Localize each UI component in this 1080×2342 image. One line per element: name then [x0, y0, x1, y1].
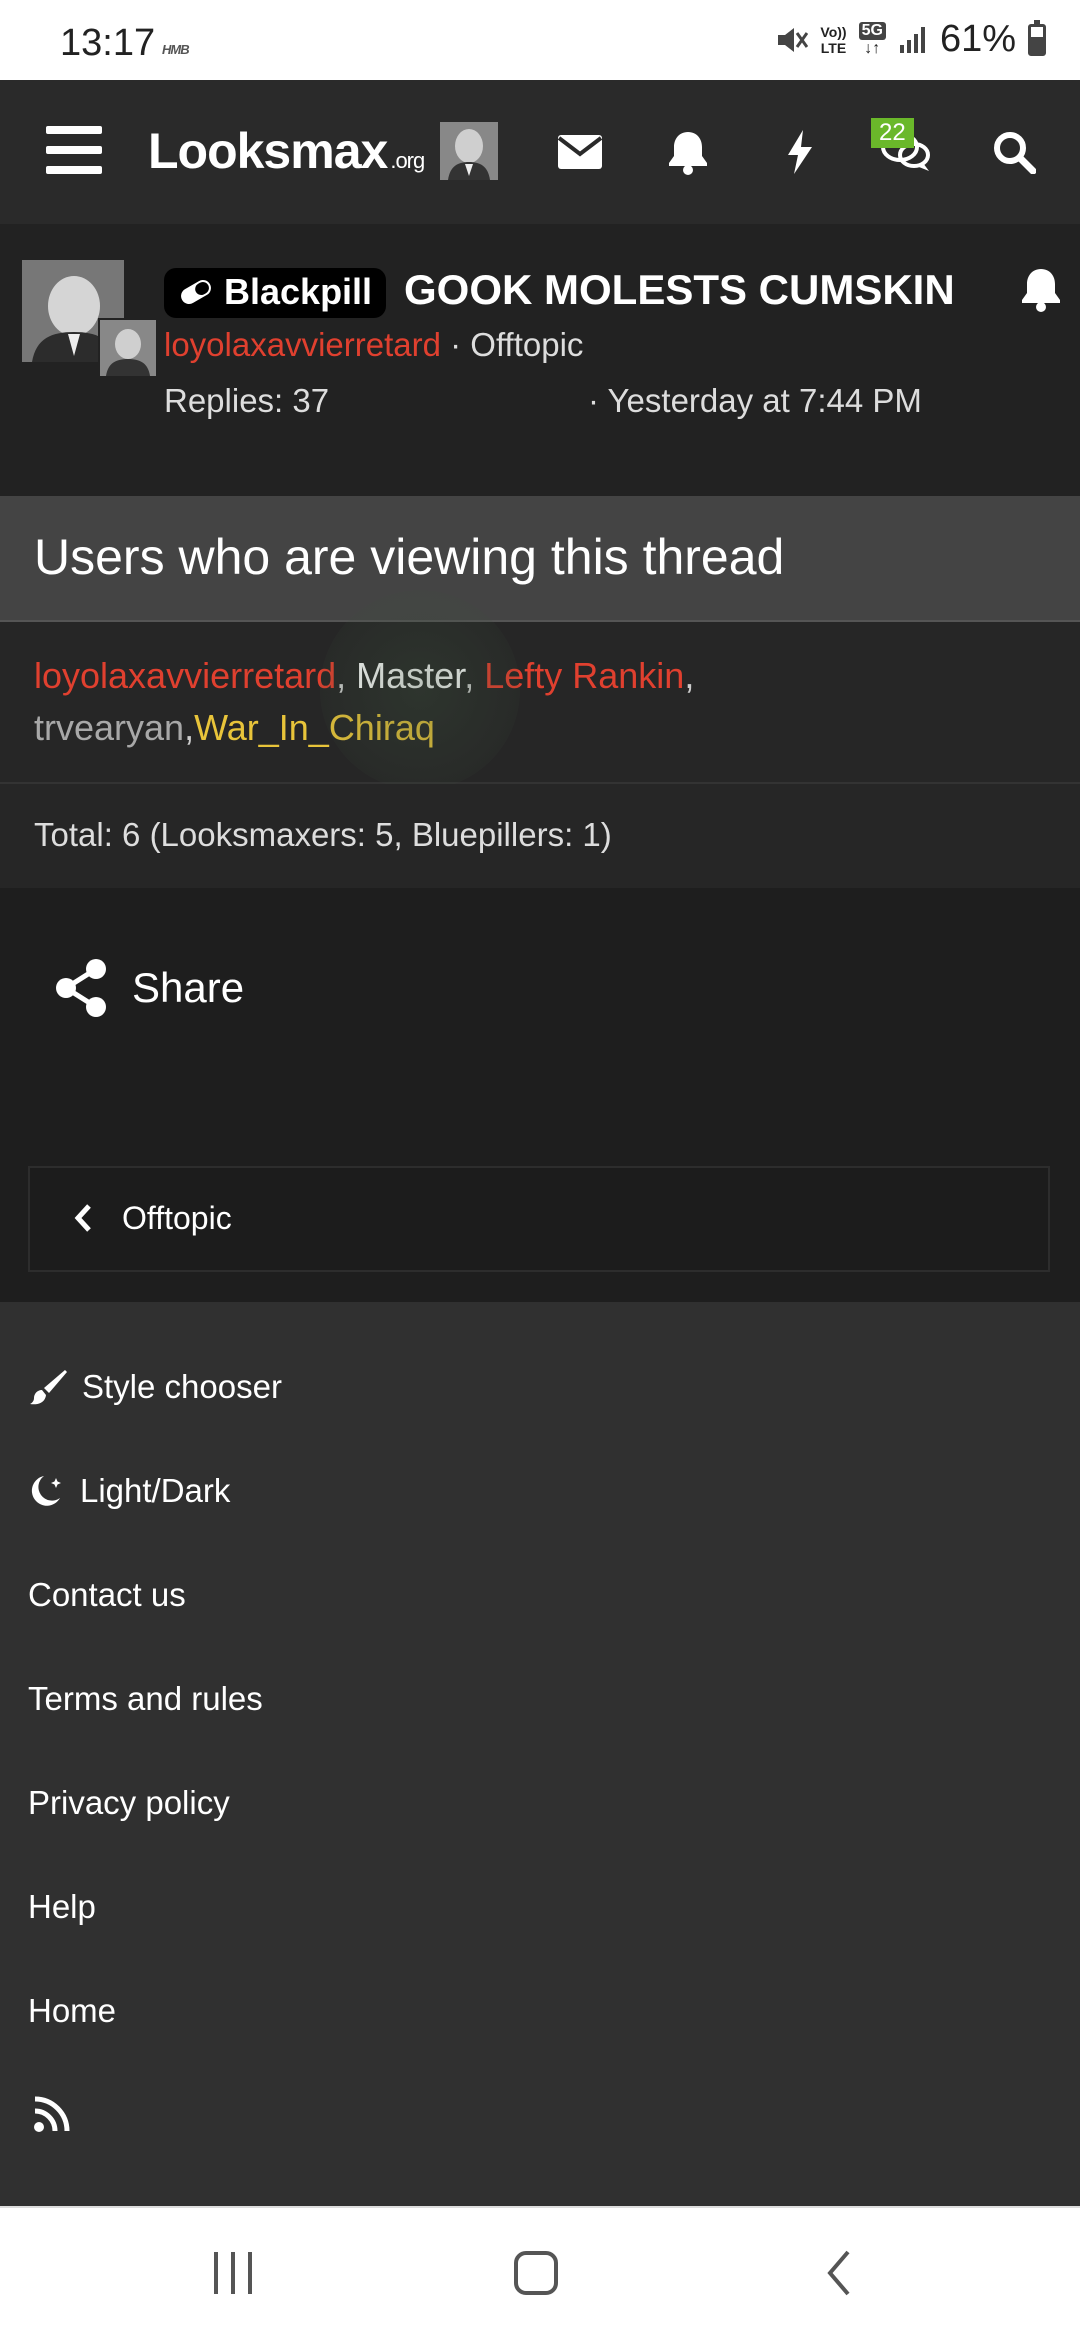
viewer-separator: , — [464, 655, 485, 696]
search-icon[interactable] — [986, 124, 1042, 180]
rss-icon — [34, 2096, 70, 2132]
recent-apps-icon[interactable] — [210, 2248, 256, 2298]
help-link[interactable]: Help — [28, 1888, 96, 1926]
signal-icon — [899, 26, 925, 53]
status-bar: 13:17 HMB Vo)) LTE 5G ↓↑ 61% — [0, 0, 1080, 80]
battery-icon — [1028, 19, 1046, 56]
thread-title: GOOK MOLESTS CUMSKIN — [404, 266, 955, 313]
light-dark-label: Light/Dark — [80, 1472, 231, 1509]
style-chooser-label: Style chooser — [82, 1368, 282, 1405]
thread-forum-link[interactable]: · Offtopic — [441, 326, 583, 363]
share-icon — [56, 959, 106, 1017]
thread-date: · Yesterday at 7:44 PM — [588, 382, 922, 419]
paintbrush-icon — [30, 1370, 67, 1405]
status-time: 13:17 — [60, 22, 156, 64]
viewers-heading: Users who are viewing this thread — [34, 529, 785, 585]
moon-stars-icon — [31, 1476, 61, 1506]
breadcrumb-back-link[interactable]: Offtopic — [28, 1166, 1050, 1272]
mute-icon — [778, 27, 809, 52]
viewer-separator: , — [336, 655, 357, 696]
viewer-user-link[interactable]: loyolaxavvierretard — [34, 655, 336, 696]
thread-meta: loyolaxavvierretard · Offtopic — [164, 326, 583, 364]
viewer-separator: , — [684, 655, 695, 696]
thread-author-link[interactable]: loyolaxavvierretard — [164, 326, 441, 363]
prefix-label: Blackpill — [224, 271, 373, 312]
share-button[interactable]: Share — [54, 958, 244, 1018]
viewers-header: Users who are viewing this thread — [0, 496, 1080, 622]
back-button-icon[interactable] — [822, 2248, 856, 2298]
light-dark-toggle[interactable]: Light/Dark — [28, 1472, 230, 1510]
envelope-icon[interactable] — [552, 124, 608, 180]
battery-percent: 61% — [939, 18, 1016, 60]
last-poster-avatar[interactable] — [98, 318, 158, 378]
watch-bell-icon[interactable] — [1020, 266, 1062, 312]
privacy-link[interactable]: Privacy policy — [28, 1784, 230, 1822]
thread-header: Blackpill GOOK MOLESTS CUMSKIN loyolaxav… — [0, 224, 1080, 496]
viewer-separator: , — [184, 707, 195, 748]
viewers-total: Total: 6 (Looksmaxers: 5, Bluepillers: 1… — [34, 816, 612, 853]
bell-icon[interactable] — [660, 124, 716, 180]
viewer-user-link[interactable]: Master — [356, 655, 464, 696]
terms-link[interactable]: Terms and rules — [28, 1680, 263, 1718]
viewers-total-row: Total: 6 (Looksmaxers: 5, Bluepillers: 1… — [0, 784, 1080, 888]
breadcrumb-label: Offtopic — [122, 1200, 232, 1236]
contact-link[interactable]: Contact us — [28, 1576, 186, 1614]
home-link[interactable]: Home — [28, 1992, 116, 2030]
user-avatar[interactable] — [440, 122, 498, 180]
share-label: Share — [132, 964, 245, 1011]
style-chooser-link[interactable]: Style chooser — [30, 1368, 282, 1406]
lightning-icon[interactable] — [772, 124, 828, 180]
conversations-badge: 22 — [871, 118, 914, 148]
top-navigation: Looksmax .org 22 — [0, 80, 1080, 224]
viewer-user-link[interactable]: Lefty Rankin — [484, 655, 684, 696]
viewers-list: loyolaxavvierretard, Master, Lefty Ranki… — [0, 622, 1080, 784]
carrier-mark: HMB — [162, 42, 190, 57]
home-button-icon[interactable] — [512, 2248, 560, 2298]
network-5g-indicator: 5G ↓↑ — [858, 21, 886, 58]
viewer-user-link[interactable]: trvearyan — [34, 707, 184, 748]
chevron-left-icon — [74, 1204, 91, 1232]
site-logo[interactable]: Looksmax .org — [148, 122, 425, 180]
menu-icon[interactable] — [46, 126, 102, 174]
system-navigation-bar — [0, 2206, 1080, 2342]
viewer-user-link[interactable]: War_In_Chiraq — [194, 707, 435, 748]
blackpill-icon — [181, 280, 211, 304]
replies-count: Replies: 37 — [164, 382, 330, 419]
footer: Style chooser Light/Dark Contact us Term… — [0, 1302, 1080, 2206]
volte-indicator: Vo)) LTE — [820, 23, 847, 56]
rss-link[interactable] — [32, 2094, 72, 2134]
thread-prefix-badge[interactable]: Blackpill — [164, 268, 387, 318]
